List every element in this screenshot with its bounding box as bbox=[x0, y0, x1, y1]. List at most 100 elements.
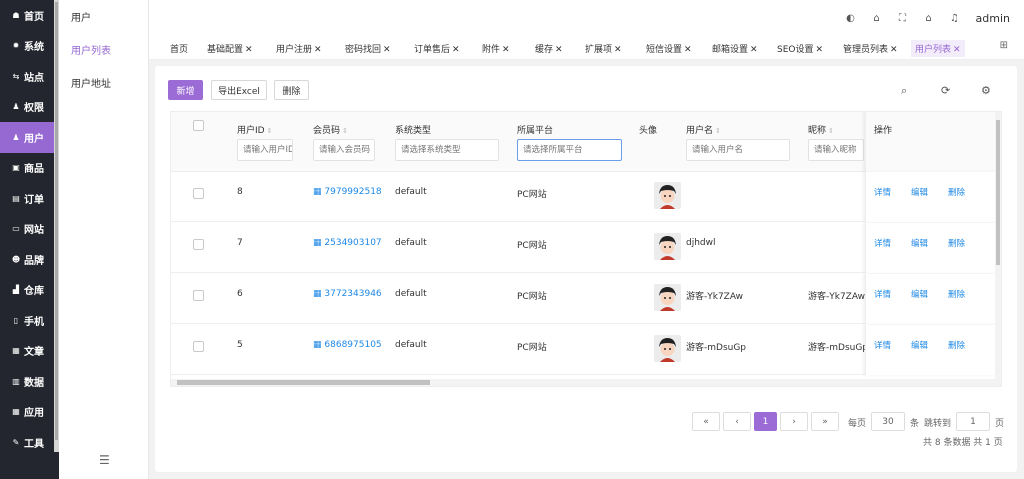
per-page-select[interactable]: 30 bbox=[871, 412, 905, 431]
detail-link[interactable]: 详情 bbox=[874, 186, 891, 198]
prev-page-button[interactable]: ‹ bbox=[723, 412, 751, 431]
sort-icon[interactable]: ⇕ bbox=[828, 127, 834, 135]
nav-item-3[interactable]: ♟ 权限 bbox=[0, 92, 59, 123]
fullscreen-icon[interactable]: ⛶ bbox=[890, 13, 916, 24]
refresh-icon[interactable]: ⟳ bbox=[941, 84, 950, 97]
nav-item-11[interactable]: ▦ 文章 bbox=[0, 336, 59, 367]
tab-7[interactable]: 扩展项 ✕ bbox=[585, 42, 622, 55]
row-checkbox[interactable] bbox=[193, 290, 204, 301]
tab-11[interactable]: 管理员列表 ✕ bbox=[843, 42, 898, 55]
tab-3[interactable]: 密码找回 ✕ bbox=[345, 42, 391, 55]
filter-system-type-select[interactable] bbox=[395, 139, 499, 161]
tab-4[interactable]: 订单售后 ✕ bbox=[414, 42, 460, 55]
bank-icon[interactable]: ⌂ bbox=[864, 13, 890, 24]
delete-link[interactable]: 删除 bbox=[948, 339, 965, 351]
submenu-item-user-address[interactable]: 用户地址 bbox=[59, 66, 148, 99]
export-excel-button[interactable]: 导出Excel bbox=[211, 80, 267, 100]
filter-member-code-input[interactable] bbox=[313, 139, 375, 161]
nav-item-2[interactable]: ⇆ 站点 bbox=[0, 61, 59, 92]
close-icon[interactable]: ✕ bbox=[383, 45, 391, 55]
header-username[interactable]: 用户名 ⇕ bbox=[686, 123, 721, 136]
nav-item-8[interactable]: ☻ 品牌 bbox=[0, 244, 59, 275]
filter-platform-select[interactable] bbox=[517, 139, 622, 161]
vertical-scroll-thumb[interactable] bbox=[996, 120, 1000, 265]
nav-item-5[interactable]: ▣ 商品 bbox=[0, 153, 59, 184]
nav-item-10[interactable]: ▯ 手机 bbox=[0, 305, 59, 336]
tab-5[interactable]: 附件 ✕ bbox=[482, 42, 510, 55]
header-nickname[interactable]: 昵称 ⇕ bbox=[808, 123, 834, 136]
close-icon[interactable]: ✕ bbox=[750, 45, 758, 55]
cell-member-code[interactable]: ▦ 6868975105 bbox=[313, 340, 382, 350]
close-icon[interactable]: ✕ bbox=[314, 45, 322, 55]
submenu-item-user[interactable]: 用户 bbox=[59, 0, 148, 33]
close-icon[interactable]: ✕ bbox=[684, 45, 692, 55]
header-user-id[interactable]: 用户ID ⇕ bbox=[237, 123, 272, 136]
table-horizontal-scrollbar[interactable] bbox=[171, 379, 1001, 386]
detail-link[interactable]: 详情 bbox=[874, 288, 891, 300]
theme-icon[interactable]: ◐ bbox=[838, 13, 864, 24]
detail-link[interactable]: 详情 bbox=[874, 237, 891, 249]
horizontal-scroll-thumb[interactable] bbox=[177, 380, 430, 385]
detail-link[interactable]: 详情 bbox=[874, 339, 891, 351]
nav-item-14[interactable]: ✎ 工具 bbox=[0, 427, 59, 458]
row-checkbox[interactable] bbox=[193, 188, 204, 199]
close-icon[interactable]: ✕ bbox=[452, 45, 460, 55]
close-icon[interactable]: ✕ bbox=[953, 45, 961, 55]
avatar[interactable] bbox=[654, 182, 681, 209]
bell-icon[interactable]: ♫ bbox=[942, 13, 968, 24]
tab-9[interactable]: 邮箱设置 ✕ bbox=[712, 42, 758, 55]
admin-user[interactable]: admin bbox=[976, 12, 1010, 25]
close-icon[interactable]: ✕ bbox=[245, 45, 253, 55]
close-icon[interactable]: ✕ bbox=[502, 45, 510, 55]
edit-link[interactable]: 编辑 bbox=[911, 288, 928, 300]
delete-button[interactable]: 删除 bbox=[274, 80, 309, 100]
menu-fold-icon[interactable]: ☰ bbox=[99, 453, 110, 467]
nav-scroll-thumb[interactable] bbox=[55, 2, 58, 440]
jump-page-input[interactable]: 1 bbox=[956, 412, 990, 431]
delete-link[interactable]: 删除 bbox=[948, 237, 965, 249]
nav-item-7[interactable]: ▭ 网站 bbox=[0, 214, 59, 245]
close-icon[interactable]: ✕ bbox=[555, 45, 563, 55]
avatar[interactable] bbox=[654, 335, 681, 362]
sort-icon[interactable]: ⇕ bbox=[342, 127, 348, 135]
filter-username-input[interactable] bbox=[686, 139, 790, 161]
nav-item-9[interactable]: ▟ 仓库 bbox=[0, 275, 59, 306]
row-checkbox[interactable] bbox=[193, 341, 204, 352]
nav-item-12[interactable]: ▥ 数据 bbox=[0, 366, 59, 397]
header-member-code[interactable]: 会员码 ⇕ bbox=[313, 123, 348, 136]
close-icon[interactable]: ✕ bbox=[614, 45, 622, 55]
sort-icon[interactable]: ⇕ bbox=[267, 127, 273, 135]
add-button[interactable]: 新增 bbox=[168, 80, 203, 100]
edit-link[interactable]: 编辑 bbox=[911, 237, 928, 249]
edit-link[interactable]: 编辑 bbox=[911, 186, 928, 198]
edit-link[interactable]: 编辑 bbox=[911, 339, 928, 351]
tab-1[interactable]: 基础配置 ✕ bbox=[207, 42, 253, 55]
cell-member-code[interactable]: ▦ 3772343946 bbox=[313, 289, 382, 299]
delete-link[interactable]: 删除 bbox=[948, 186, 965, 198]
avatar[interactable] bbox=[654, 284, 681, 311]
sort-icon[interactable]: ⇕ bbox=[715, 127, 721, 135]
table-vertical-scrollbar[interactable] bbox=[995, 112, 1001, 386]
select-all-checkbox[interactable] bbox=[193, 120, 204, 131]
nav-item-4[interactable]: ♟ 用户 bbox=[0, 122, 59, 153]
search-icon[interactable]: ⌕ bbox=[901, 84, 907, 98]
tab-2[interactable]: 用户注册 ✕ bbox=[276, 42, 322, 55]
tab-12[interactable]: 用户列表 ✕ bbox=[911, 40, 965, 57]
tab-10[interactable]: SEO设置 ✕ bbox=[777, 42, 823, 55]
nav-item-0[interactable]: ☗ 首页 bbox=[0, 0, 59, 31]
filter-user-id-input[interactable] bbox=[237, 139, 293, 161]
settings-icon[interactable]: ⚙ bbox=[981, 84, 991, 97]
nav-item-6[interactable]: ▤ 订单 bbox=[0, 183, 59, 214]
next-page-button[interactable]: › bbox=[780, 412, 808, 431]
submenu-item-user-list[interactable]: 用户列表 bbox=[59, 33, 148, 66]
close-icon[interactable]: ✕ bbox=[815, 45, 823, 55]
current-page-button[interactable]: 1 bbox=[754, 412, 777, 431]
row-checkbox[interactable] bbox=[193, 239, 204, 250]
nav-item-1[interactable]: ✹ 系统 bbox=[0, 31, 59, 62]
avatar[interactable] bbox=[654, 233, 681, 260]
home-icon[interactable]: ⌂ bbox=[916, 13, 942, 24]
last-page-button[interactable]: » bbox=[811, 412, 839, 431]
close-icon[interactable]: ✕ bbox=[890, 45, 898, 55]
tab-0[interactable]: 首页 bbox=[170, 42, 188, 55]
cell-member-code[interactable]: ▦ 7979992518 bbox=[313, 187, 382, 197]
